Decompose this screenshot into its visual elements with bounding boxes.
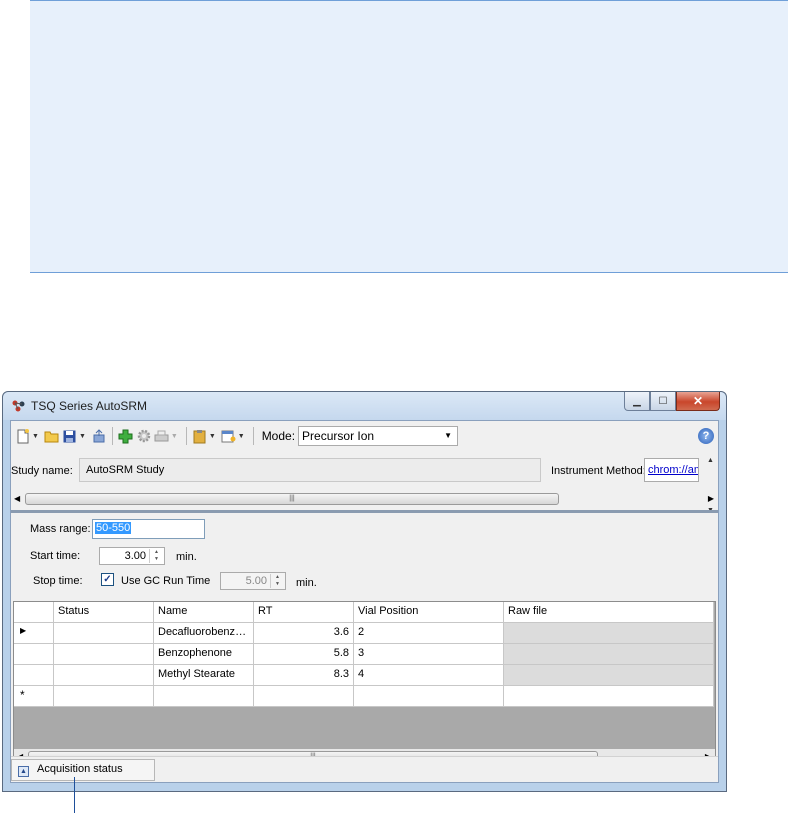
splitter[interactable]: [11, 510, 718, 513]
raw-file-cell[interactable]: [504, 686, 714, 707]
vial-position-cell[interactable]: 4: [354, 665, 504, 686]
new-row-icon[interactable]: *: [14, 686, 54, 707]
table-row[interactable]: Benzophenone 5.8 3: [14, 644, 715, 665]
status-cell[interactable]: [54, 686, 154, 707]
raw-file-cell: [504, 644, 714, 665]
rt-cell[interactable]: [254, 686, 354, 707]
status-cell[interactable]: [54, 623, 154, 644]
print-icon: [154, 428, 170, 444]
status-cell[interactable]: [54, 644, 154, 665]
start-time-value: 3.00: [124, 550, 146, 562]
top-horizontal-scrollbar[interactable]: ◀ ||| ▶: [11, 491, 718, 507]
vial-position-cell[interactable]: 2: [354, 623, 504, 644]
mass-range-input[interactable]: 50-550: [92, 519, 205, 539]
scroll-right-icon[interactable]: ▶: [708, 494, 714, 503]
name-cell[interactable]: Benzophenone: [154, 644, 254, 665]
column-header-vial-position[interactable]: Vial Position: [354, 602, 504, 623]
mass-range-value: 50-550: [95, 522, 132, 534]
status-cell[interactable]: [54, 665, 154, 686]
mode-label: Mode:: [261, 429, 296, 443]
grid-header-row: Status Name RT Vial Position Raw file: [14, 602, 715, 623]
mode-select[interactable]: Precursor Ion ▼: [298, 426, 459, 446]
raw-file-cell: [504, 665, 714, 686]
window-client: ▼ ▼ ▼ ▼ ▼ Mode: Precursor Ion ▼ ? Study …: [10, 420, 719, 783]
save-icon[interactable]: [62, 428, 78, 444]
mass-range-label: Mass range:: [30, 523, 91, 535]
scroll-left-icon[interactable]: ◀: [14, 494, 20, 503]
row-header-corner: [14, 602, 54, 623]
column-header-name[interactable]: Name: [154, 602, 254, 623]
acquisition-status-button[interactable]: ▲ Acquisition status: [11, 759, 155, 781]
name-cell[interactable]: [154, 686, 254, 707]
save-dropdown-icon[interactable]: ▼: [79, 433, 86, 440]
paste-dropdown-icon[interactable]: ▼: [209, 433, 216, 440]
toolbar: ▼ ▼ ▼ ▼ ▼ Mode: Precursor Ion ▼ ?: [11, 421, 718, 451]
column-header-raw-file[interactable]: Raw file: [504, 602, 714, 623]
instrument-method-label: Instrument Method:: [551, 465, 646, 477]
paste-icon[interactable]: [192, 428, 208, 444]
spin-arrows-icon[interactable]: ▲ ▼: [149, 549, 163, 563]
acquisition-status-label: Acquisition status: [37, 763, 123, 775]
column-header-status[interactable]: Status: [54, 602, 154, 623]
expand-icon: ▲: [18, 766, 29, 777]
vial-position-cell[interactable]: [354, 686, 504, 707]
chevron-down-icon: ▼: [444, 431, 453, 440]
close-icon: ✕: [692, 394, 704, 408]
spin-arrows-icon: ▲ ▼: [270, 574, 284, 588]
row-selector[interactable]: [14, 665, 54, 686]
use-gc-run-time-label: Use GC Run Time: [121, 575, 211, 587]
window-title: TSQ Series AutoSRM: [31, 399, 148, 413]
start-time-label: Start time:: [30, 550, 81, 562]
instrument-method-link[interactable]: chrom://am: [644, 458, 699, 482]
rt-cell[interactable]: 5.8: [254, 644, 354, 665]
table-row[interactable]: Methyl Stearate 8.3 4: [14, 665, 715, 686]
minimize-button[interactable]: ▁: [624, 392, 650, 411]
new-row[interactable]: *: [14, 686, 715, 707]
name-cell[interactable]: Methyl Stearate: [154, 665, 254, 686]
settings-icon: [136, 428, 152, 444]
study-name-field[interactable]: AutoSRM Study: [79, 458, 541, 482]
minimize-icon: ▁: [633, 395, 641, 407]
name-cell[interactable]: Decafluorobenzo...: [154, 623, 254, 644]
help-icon[interactable]: ?: [698, 428, 714, 444]
print-dropdown-icon: ▼: [170, 432, 178, 440]
scroll-up-icon[interactable]: ▲: [707, 457, 714, 464]
close-button[interactable]: ✕: [676, 392, 720, 411]
properties-icon[interactable]: [221, 428, 237, 444]
use-gc-run-time-checkbox[interactable]: ✓: [101, 573, 114, 586]
raw-file-cell: [504, 623, 714, 644]
callout-box: [30, 0, 788, 273]
status-bar: ▲ Acquisition status: [11, 756, 718, 782]
title-bar[interactable]: TSQ Series AutoSRM ▁ ☐ ✕: [3, 392, 726, 420]
stop-time-label: Stop time:: [33, 575, 83, 587]
table-row[interactable]: ▶ Decafluorobenzo... 3.6 2: [14, 623, 715, 644]
row-selector[interactable]: [14, 644, 54, 665]
study-row: Study name: AutoSRM Study Instrument Met…: [11, 451, 718, 514]
new-icon[interactable]: [15, 428, 31, 444]
column-header-rt[interactable]: RT: [254, 602, 354, 623]
autosrm-window: TSQ Series AutoSRM ▁ ☐ ✕ ▼ ▼ ▼ ▼ ▼ Mode:…: [2, 391, 727, 792]
rt-cell[interactable]: 8.3: [254, 665, 354, 686]
add-sample-icon[interactable]: [118, 428, 134, 444]
stop-time-value: 5.00: [245, 575, 267, 587]
start-unit-label: min.: [176, 551, 197, 563]
stop-time-input: 5.00 ▲ ▼: [220, 572, 286, 590]
new-dropdown-icon[interactable]: ▼: [32, 433, 39, 440]
stop-unit-label: min.: [296, 577, 317, 589]
export-icon[interactable]: [91, 428, 107, 444]
start-time-input[interactable]: 3.00 ▲ ▼: [99, 547, 165, 565]
open-icon[interactable]: [44, 428, 60, 444]
callout-pointer-line: [74, 777, 75, 813]
app-icon: [12, 400, 25, 412]
scrollbar-thumb[interactable]: |||: [25, 493, 559, 505]
samples-grid: Status Name RT Vial Position Raw file ▶ …: [13, 601, 716, 766]
row-selector-icon[interactable]: ▶: [14, 623, 54, 644]
properties-dropdown-icon[interactable]: ▼: [238, 433, 245, 440]
rt-cell[interactable]: 3.6: [254, 623, 354, 644]
vial-position-cell[interactable]: 3: [354, 644, 504, 665]
mode-value: Precursor Ion: [302, 429, 375, 443]
maximize-button[interactable]: ☐: [650, 392, 676, 411]
maximize-icon: ☐: [658, 395, 668, 407]
study-name-label: Study name:: [11, 465, 73, 477]
